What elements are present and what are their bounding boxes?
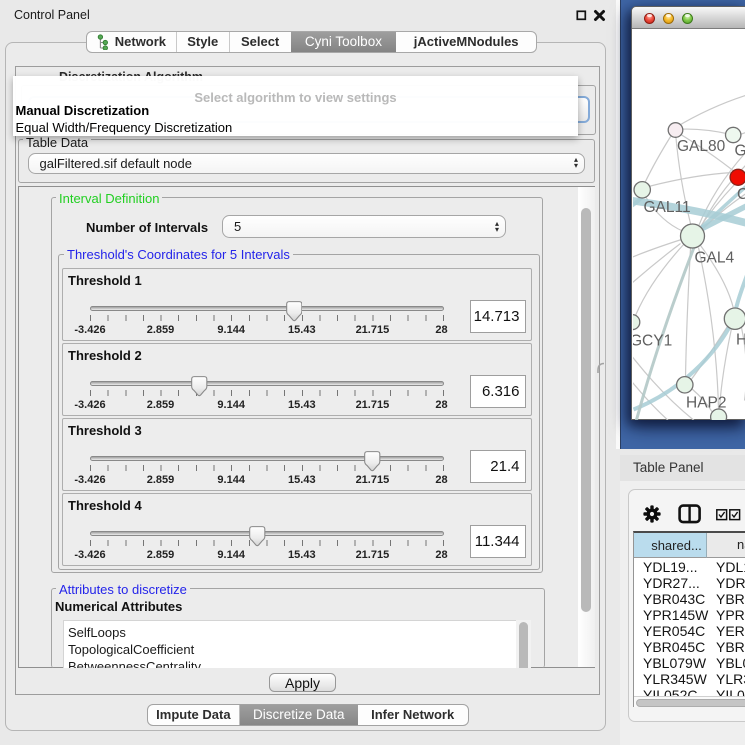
- svg-text:G.: G.: [734, 142, 745, 159]
- svg-text:GAL80: GAL80: [677, 138, 726, 155]
- svg-text:HAP2: HAP2: [686, 394, 727, 411]
- svg-text:GCY1: GCY1: [633, 332, 672, 349]
- svg-text:GAL11: GAL11: [643, 199, 690, 216]
- svg-text:H: H: [736, 331, 745, 348]
- svg-text:C: C: [737, 186, 745, 203]
- svg-text:GAL4: GAL4: [694, 249, 734, 266]
